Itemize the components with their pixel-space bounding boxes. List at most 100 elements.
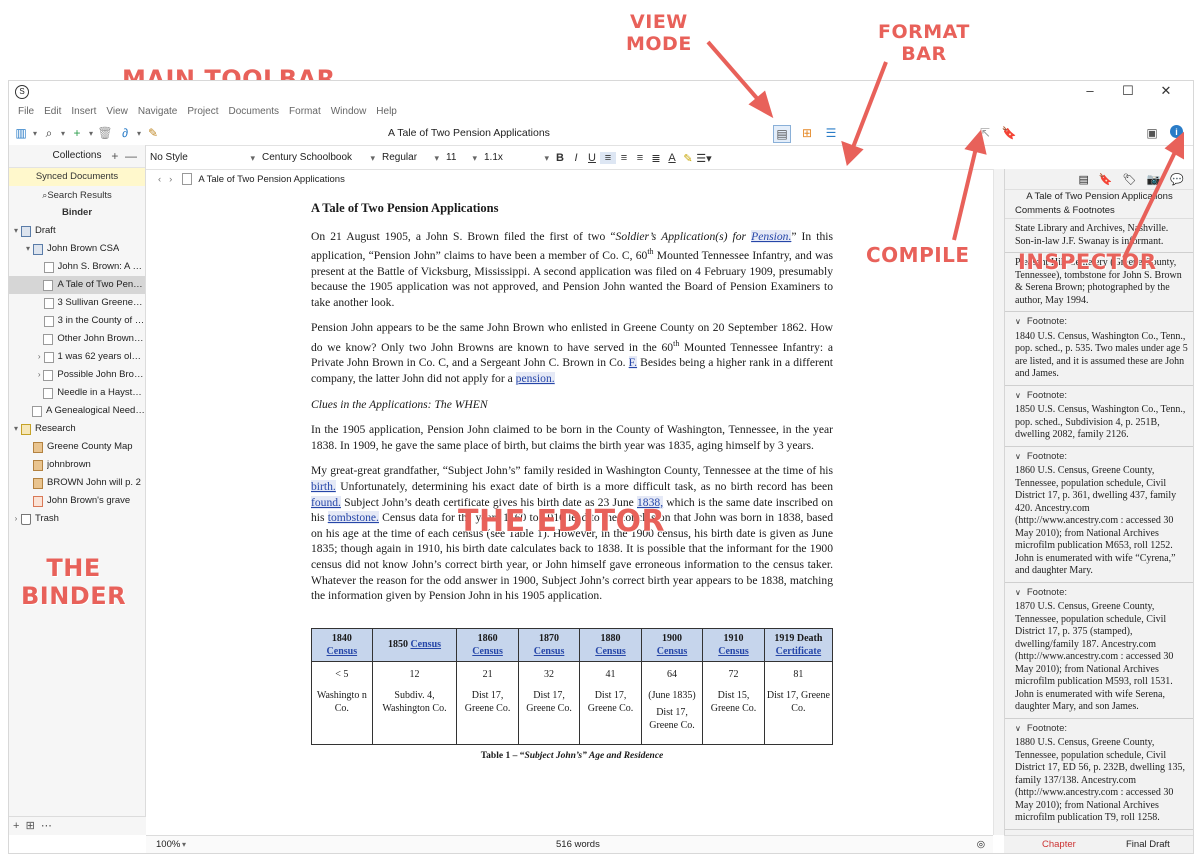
link-icon[interactable]: ∂	[117, 125, 133, 141]
editor-breadcrumb[interactable]: A Tale of Two Pension Applications	[198, 174, 344, 185]
close-icon[interactable]: ✕	[1147, 83, 1185, 99]
binder-item[interactable]: 3 in the County of Gre...	[9, 312, 145, 330]
chevron-down-icon[interactable]: ∨	[1015, 588, 1021, 597]
footnote-link[interactable]: tombstone.	[327, 511, 379, 525]
footnote-item[interactable]: ∨ Footnote: 1860 U.S. Census, Greene Count…	[1005, 447, 1193, 583]
weight-select[interactable]: Regular	[378, 149, 442, 167]
binder-item[interactable]: A Genealogical Needle i...	[9, 402, 145, 420]
census-link[interactable]: Census	[410, 639, 441, 650]
footnote-header[interactable]: ∨ Footnote:	[1015, 390, 1188, 403]
binder-item[interactable]: › Possible John Brown #...	[9, 366, 145, 384]
binder-item[interactable]: ▾ Draft	[9, 222, 145, 240]
census-link[interactable]: Census	[595, 646, 626, 657]
binder-item[interactable]: johnbrown	[9, 456, 145, 474]
bold-button[interactable]: B	[552, 152, 568, 164]
menu-item[interactable]: Format	[284, 103, 326, 121]
footnote-header[interactable]: ∨ Footnote:	[1015, 587, 1188, 600]
spacing-select[interactable]: 1.1x	[480, 149, 552, 167]
binder-toggle-icon[interactable]: ▥	[13, 125, 29, 141]
footnote-item[interactable]: ∨ Footnote: 1850 U.S. Census, Washington C…	[1005, 386, 1193, 447]
chevron-down-icon[interactable]: ∨	[1015, 452, 1021, 461]
minimize-icon[interactable]: –	[1071, 83, 1109, 99]
census-link[interactable]: Census	[718, 646, 749, 657]
align-right-icon[interactable]: ≡	[632, 152, 648, 164]
font-select[interactable]: Century Schoolbook	[258, 149, 378, 167]
footnote-link[interactable]: birth.	[311, 480, 336, 494]
collection-synced[interactable]: Synced Documents	[9, 168, 145, 186]
disclosure-icon[interactable]: ▾	[11, 222, 21, 240]
binder-item[interactable]: Needle in a Haystack......	[9, 384, 145, 402]
editor-page[interactable]: A Tale of Two Pension Applications On 21…	[311, 197, 833, 764]
collection-binder[interactable]: Binder	[9, 204, 145, 222]
menu-item[interactable]: Insert	[66, 103, 101, 121]
menu-item[interactable]: Project	[182, 103, 223, 121]
outliner-view-icon[interactable]: ☰	[823, 125, 839, 141]
binder-item[interactable]: A Tale of Two Pension ...	[9, 276, 145, 294]
align-center-icon[interactable]: ≡	[616, 152, 632, 164]
chevron-down-icon[interactable]: ∨	[1015, 317, 1021, 326]
quickref-icon[interactable]: ▣	[1144, 125, 1160, 141]
add-folder-icon[interactable]: ⊞	[26, 820, 35, 832]
footnote-item[interactable]: State Library and Archives, Nashville. S…	[1005, 219, 1193, 253]
disclosure-icon[interactable]: ▾	[23, 240, 33, 258]
add-item-icon[interactable]: +	[13, 820, 19, 832]
corkboard-view-icon[interactable]: ⊞	[799, 125, 815, 141]
style-select[interactable]: No Style	[146, 149, 258, 167]
label-select[interactable]: Chapter	[1042, 836, 1076, 853]
binder-item[interactable]: BROWN John will p. 2	[9, 474, 145, 492]
notes-tab-icon[interactable]: ▤	[1079, 173, 1089, 186]
trash-icon[interactable]: 🗑	[97, 125, 113, 141]
underline-button[interactable]: U	[584, 152, 600, 164]
binder-item[interactable]: John S. Brown: A Conf...	[9, 258, 145, 276]
bookmarks-tab-icon[interactable]: 🔖	[1099, 173, 1113, 186]
metadata-tab-icon[interactable]: 🏷	[1123, 173, 1137, 186]
census-link[interactable]: Certificate	[776, 646, 822, 657]
binder-item[interactable]: John Brown's grave	[9, 492, 145, 510]
menu-item[interactable]: Navigate	[133, 103, 182, 121]
footnote-item[interactable]: ∨ Footnote: 1880 U.S. Census, Greene Count…	[1005, 719, 1193, 830]
zoom-select[interactable]: 100%	[156, 836, 180, 853]
footnote-header[interactable]: ∨ Footnote:	[1015, 316, 1188, 329]
forward-icon[interactable]: ›	[169, 174, 172, 185]
menu-item[interactable]: Window	[326, 103, 372, 121]
disclosure-icon[interactable]: ›	[35, 348, 44, 366]
footnote-header[interactable]: ∨ Footnote:	[1015, 451, 1188, 464]
highlight-icon[interactable]: ✎	[680, 152, 696, 165]
status-select[interactable]: Final Draft	[1126, 836, 1170, 853]
inspector-icon[interactable]: i	[1170, 125, 1183, 138]
footnote-header[interactable]: ∨ Footnote:	[1015, 723, 1188, 736]
binder-item[interactable]: › Trash	[9, 510, 145, 528]
target-icon[interactable]: ◎	[977, 836, 985, 853]
menu-item[interactable]: File	[13, 103, 39, 121]
census-link[interactable]: Census	[657, 646, 688, 657]
chevron-down-icon[interactable]: ∨	[1015, 391, 1021, 400]
italic-button[interactable]: I	[568, 152, 584, 164]
back-icon[interactable]: ‹	[158, 174, 161, 185]
menu-item[interactable]: View	[101, 103, 133, 121]
census-link[interactable]: Census	[534, 646, 565, 657]
census-link[interactable]: Census	[472, 646, 503, 657]
binder-item[interactable]: 3 Sullivan Greene [sic]...	[9, 294, 145, 312]
disclosure-icon[interactable]: ▾	[11, 420, 21, 438]
binder-item[interactable]: Greene County Map	[9, 438, 145, 456]
binder-item[interactable]: Other John Browns in t...	[9, 330, 145, 348]
align-left-icon[interactable]: ≡	[600, 152, 616, 164]
list-icon[interactable]: ☰▾	[696, 152, 712, 165]
snapshots-tab-icon[interactable]: 📷	[1147, 173, 1161, 186]
footnote-link[interactable]: found.	[311, 495, 341, 509]
census-link[interactable]: Census	[327, 646, 358, 657]
binder-item[interactable]: › 1 was 62 years old at t...	[9, 348, 145, 366]
size-select[interactable]: 11	[442, 149, 480, 167]
disclosure-icon[interactable]: ›	[35, 366, 43, 384]
comments-tab-icon[interactable]: 💬	[1170, 173, 1184, 186]
text-color-icon[interactable]: A	[664, 152, 680, 164]
menu-item[interactable]: Documents	[223, 103, 284, 121]
binder-item[interactable]: ▾ Research	[9, 420, 145, 438]
binder-item[interactable]: ▾ John Brown CSA	[9, 240, 145, 258]
editor[interactable]: A Tale of Two Pension Applications On 21…	[146, 189, 1004, 835]
collection-search-results[interactable]: ⌕Search Results	[9, 186, 145, 204]
disclosure-icon[interactable]: ›	[11, 510, 21, 528]
collections-add-remove[interactable]: + —	[111, 145, 137, 167]
footnote-link[interactable]: Pension.	[751, 229, 792, 243]
footnote-item[interactable]: ∨ Footnote: 1840 U.S. Census, Washington C…	[1005, 312, 1193, 386]
